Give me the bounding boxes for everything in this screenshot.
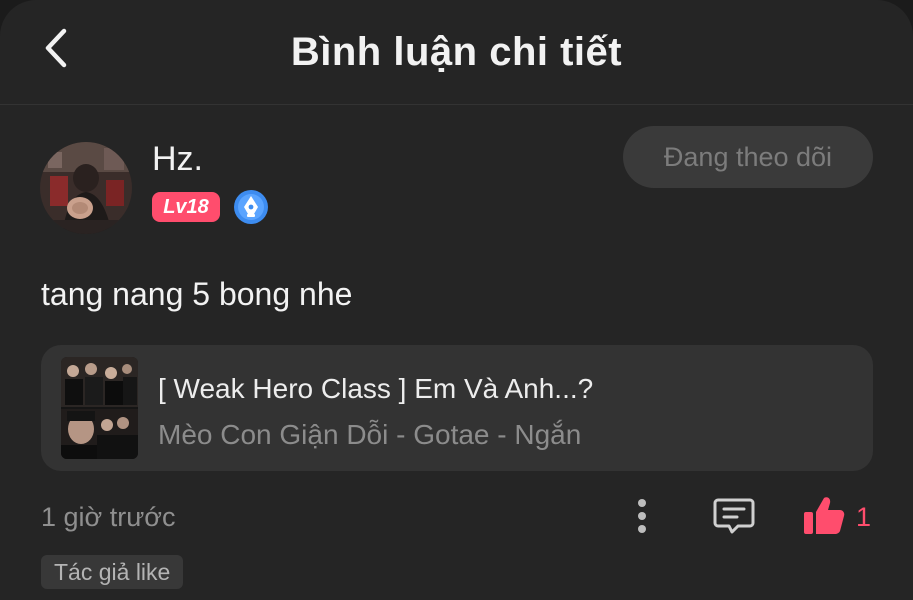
story-thumbnail: [61, 357, 138, 459]
comment-detail-screen: Bình luận chi tiết Hz. Lv18 Đang theo dõ…: [0, 0, 913, 600]
more-vertical-icon: [638, 499, 646, 533]
like-button[interactable]: 1: [802, 492, 882, 542]
avatar-image: [40, 142, 132, 234]
more-options-button[interactable]: [626, 494, 658, 538]
comment-icon: [713, 498, 755, 534]
author-like-tag: Tác giả like: [41, 555, 184, 589]
avatar[interactable]: [40, 142, 132, 234]
reply-button[interactable]: [712, 494, 756, 538]
username[interactable]: Hz.: [152, 139, 203, 179]
pen-nib-icon: [233, 189, 269, 225]
comment-timestamp: 1 giờ trước: [41, 502, 176, 532]
story-meta: Mèo Con Giận Dỗi - Gotae - Ngắn: [158, 419, 582, 450]
story-card[interactable]: [ Weak Hero Class ] Em Và Anh...? Mèo Co…: [41, 345, 873, 471]
level-badge: Lv18: [152, 192, 220, 222]
like-count: 1: [856, 502, 872, 532]
page-title: Bình luận chi tiết: [290, 30, 623, 74]
comment-text: tang nang 5 bong nhe: [41, 276, 353, 312]
story-title: [ Weak Hero Class ] Em Và Anh...?: [158, 373, 594, 404]
thumbs-up-icon: [804, 497, 845, 534]
following-button[interactable]: Đang theo dõi: [623, 126, 873, 188]
header-bar: Bình luận chi tiết: [0, 0, 913, 105]
